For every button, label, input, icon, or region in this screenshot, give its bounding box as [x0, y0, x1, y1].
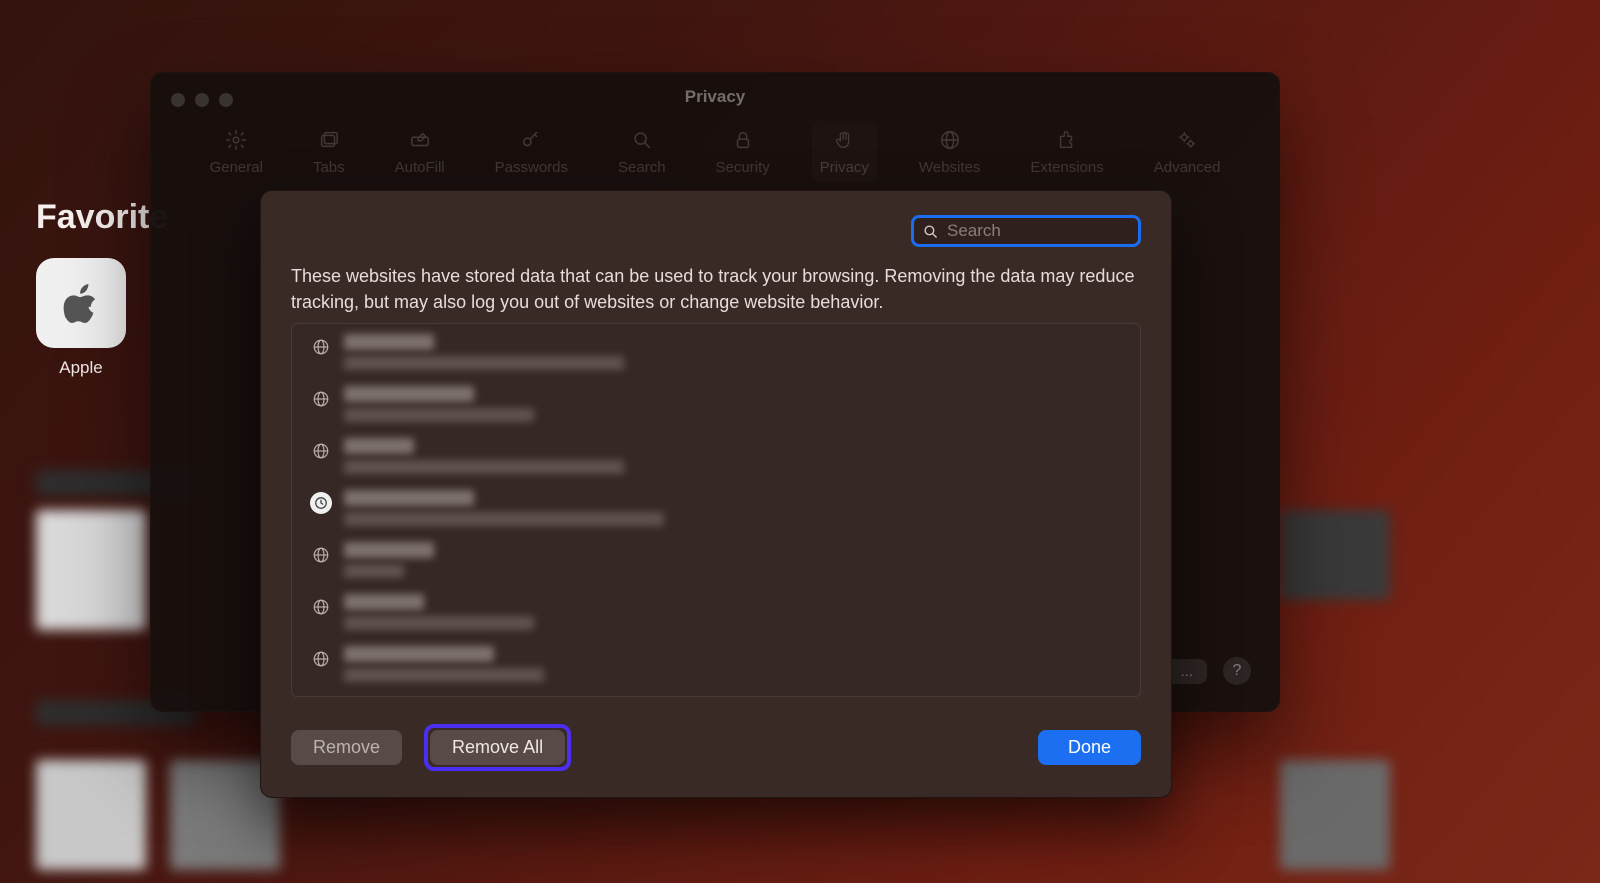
- remove-all-button[interactable]: Remove All: [430, 730, 565, 765]
- blurred-content: [1280, 760, 1390, 870]
- website-data-row[interactable]: [292, 376, 1140, 428]
- website-data-row[interactable]: [292, 324, 1140, 376]
- apple-logo-icon: [55, 277, 107, 329]
- website-data-row-text: [344, 334, 624, 370]
- favorites-heading: Favorite: [36, 198, 168, 237]
- website-data-row[interactable]: [292, 636, 1140, 688]
- website-data-row[interactable]: [292, 532, 1140, 584]
- globe-icon: [310, 440, 332, 462]
- globe-icon: [310, 596, 332, 618]
- done-button[interactable]: Done: [1038, 730, 1141, 765]
- search-field-wrap[interactable]: [911, 215, 1141, 247]
- website-data-row-text: [344, 490, 664, 526]
- favorite-tile-apple[interactable]: Apple: [36, 258, 126, 378]
- search-icon: [922, 223, 939, 240]
- manage-website-data-sheet: These websites have stored data that can…: [260, 190, 1172, 798]
- globe-icon: [310, 388, 332, 410]
- website-data-list[interactable]: [291, 323, 1141, 697]
- favorite-tile-icon-box: [36, 258, 126, 348]
- blurred-content: [36, 760, 146, 870]
- website-data-row[interactable]: [292, 480, 1140, 532]
- remove-all-highlight: Remove All: [424, 724, 571, 771]
- website-data-row[interactable]: [292, 584, 1140, 636]
- sheet-button-row: Remove Remove All Done: [291, 724, 1141, 771]
- globe-icon: [310, 336, 332, 358]
- clock-icon: [310, 492, 332, 514]
- website-data-row-text: [344, 646, 544, 682]
- sheet-description: These websites have stored data that can…: [291, 263, 1141, 315]
- globe-icon: [310, 648, 332, 670]
- website-data-row-text: [344, 594, 534, 630]
- search-input[interactable]: [945, 220, 1170, 242]
- blurred-content: [36, 510, 146, 630]
- website-data-row-text: [344, 542, 434, 578]
- website-data-row-text: [344, 386, 534, 422]
- remove-button[interactable]: Remove: [291, 730, 402, 765]
- favorite-tile-label: Apple: [36, 358, 126, 378]
- website-data-row-text: [344, 438, 624, 474]
- blurred-content: [1280, 510, 1390, 600]
- website-data-row[interactable]: [292, 428, 1140, 480]
- globe-icon: [310, 544, 332, 566]
